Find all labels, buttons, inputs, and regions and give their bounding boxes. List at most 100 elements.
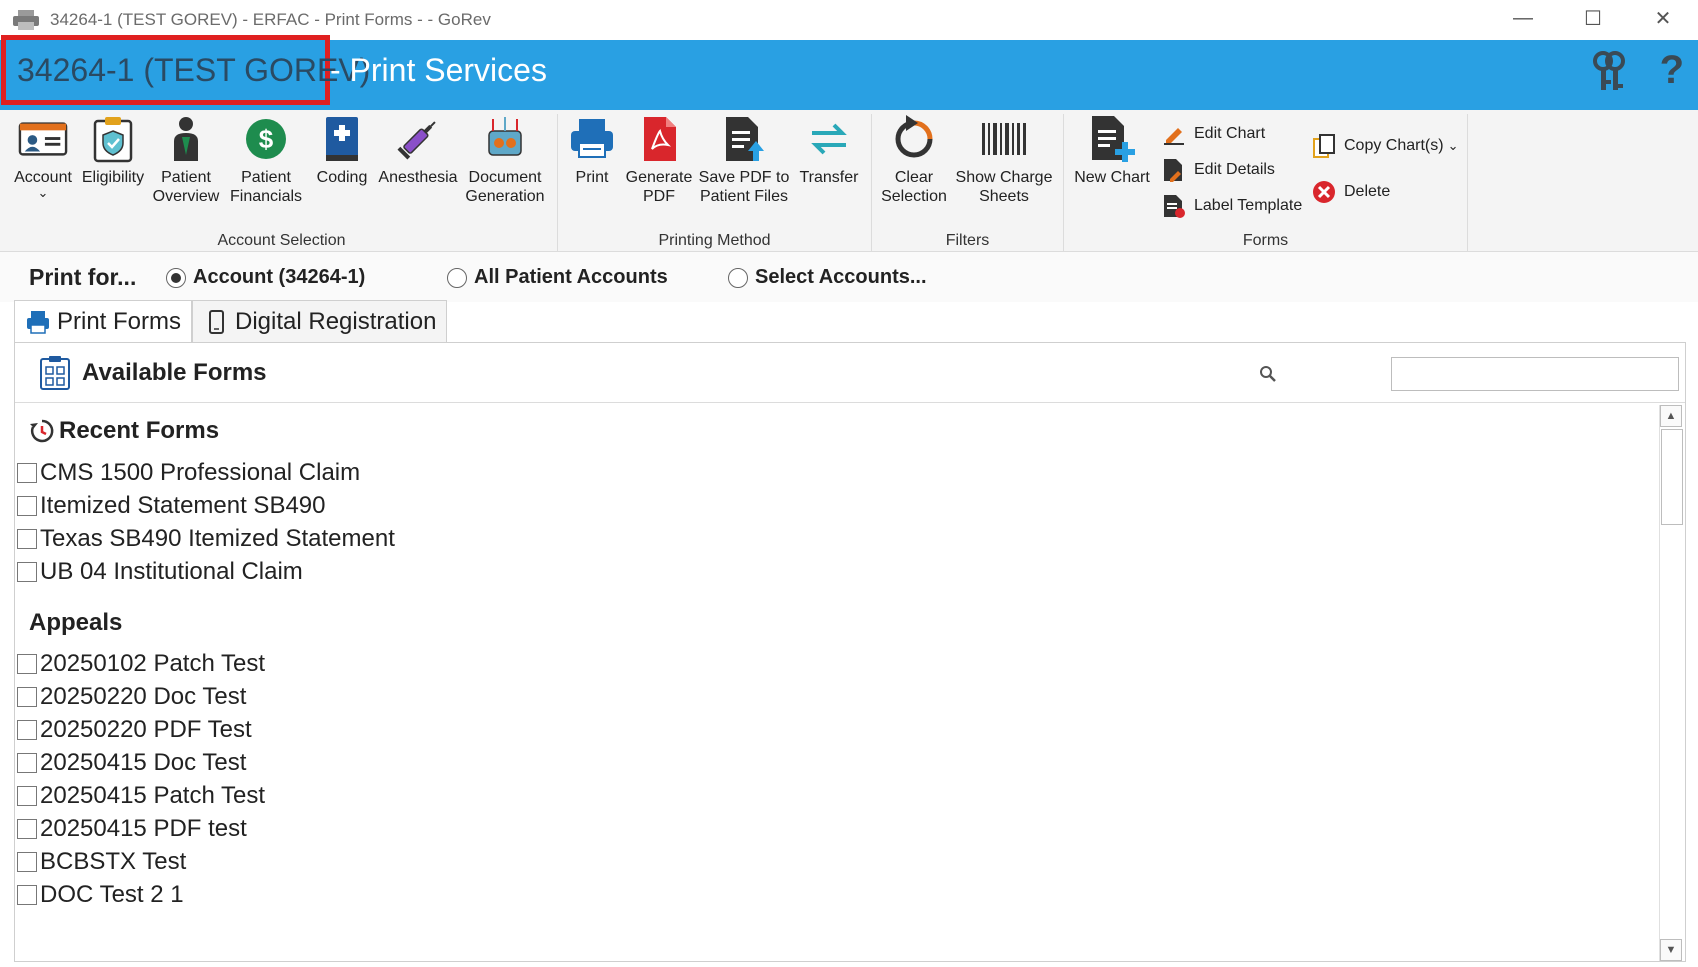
radio-dot: [728, 267, 748, 288]
tab-label: Print Forms: [57, 307, 182, 335]
checkbox[interactable]: [17, 720, 37, 740]
document-upload-icon: [726, 117, 764, 161]
form-name: Texas SB490 Itemized Statement: [40, 525, 395, 552]
list-item[interactable]: 20250220 Doc Test: [17, 683, 246, 711]
list-item[interactable]: Itemized Statement SB490: [17, 492, 326, 520]
patient-overview-button[interactable]: Patient Overview: [148, 114, 224, 206]
list-item[interactable]: 20250415 PDF test: [17, 815, 247, 843]
medical-book-icon: [326, 117, 358, 161]
list-item[interactable]: Texas SB490 Itemized Statement: [17, 525, 395, 553]
close-button[interactable]: ✕: [1628, 0, 1698, 36]
list-item[interactable]: BCBSTX Test: [17, 848, 186, 876]
checkbox[interactable]: [17, 562, 37, 582]
generate-pdf-button[interactable]: Generate PDF: [624, 114, 694, 206]
refresh-icon: [895, 115, 933, 158]
dollar-icon: $: [246, 119, 286, 159]
printer-app-icon: [13, 10, 39, 30]
printer-icon: [571, 119, 613, 158]
checkbox[interactable]: [17, 463, 37, 483]
transfer-label: Transfer: [799, 169, 859, 186]
checkbox[interactable]: [17, 753, 37, 773]
keys-icon[interactable]: [1592, 50, 1626, 92]
account-button[interactable]: Account ⌄: [12, 114, 74, 199]
show-charge-sheets-label: Show Charge Sheets: [955, 169, 1053, 205]
service-title: - Print Services: [330, 52, 547, 88]
checkbox[interactable]: [17, 496, 37, 516]
patient-icon: [174, 117, 198, 161]
transfer-button[interactable]: Transfer: [796, 114, 862, 187]
patient-financials-label: Patient Financials: [229, 169, 303, 205]
barcode-icon: [982, 123, 1026, 155]
scroll-up-arrow-icon[interactable]: ▲: [1660, 405, 1682, 427]
checkbox[interactable]: [17, 786, 37, 806]
edit-chart-button[interactable]: Edit Chart: [1160, 120, 1265, 148]
new-chart-button[interactable]: New Chart: [1072, 114, 1152, 187]
copy-charts-button[interactable]: Copy Chart(s) ⌄: [1310, 132, 1458, 160]
edit-details-button[interactable]: Edit Details: [1160, 156, 1275, 184]
list-item[interactable]: 20250415 Doc Test: [17, 749, 246, 777]
radio-account[interactable]: Account (34264-1): [166, 266, 365, 289]
search-icon: [1260, 366, 1276, 382]
save-pdf-button[interactable]: Save PDF to Patient Files: [698, 114, 790, 206]
coding-label: Coding: [316, 169, 368, 186]
tab-print-forms[interactable]: Print Forms: [14, 300, 193, 342]
form-name: CMS 1500 Professional Claim: [40, 459, 361, 486]
patient-financials-button[interactable]: $ Patient Financials: [226, 114, 306, 206]
radio-select-accounts[interactable]: Select Accounts...: [728, 266, 927, 289]
list-item[interactable]: 20250220 PDF Test: [17, 716, 252, 744]
maximize-button[interactable]: ☐: [1558, 0, 1628, 36]
edit-details-label: Edit Details: [1194, 161, 1275, 178]
phone-icon: [209, 309, 225, 334]
delete-icon: [1313, 181, 1335, 203]
scroll-down-arrow-icon[interactable]: ▼: [1660, 939, 1682, 961]
available-forms-panel: Available Forms Recent Forms CMS 1500 Pr…: [14, 342, 1686, 962]
print-button[interactable]: Print: [566, 114, 618, 187]
delete-label: Delete: [1344, 183, 1391, 200]
checkbox[interactable]: [17, 687, 37, 707]
document-generation-label: Document Generation: [465, 169, 545, 205]
checkbox[interactable]: [17, 654, 37, 674]
form-name: 20250220 Doc Test: [40, 683, 247, 710]
label-template-button[interactable]: Label Template: [1160, 192, 1302, 220]
checkbox[interactable]: [17, 852, 37, 872]
document-generation-button[interactable]: Document Generation: [462, 114, 548, 206]
section-title-label: Recent Forms: [59, 417, 220, 444]
group-label: Forms: [1242, 232, 1289, 249]
help-icon[interactable]: ?: [1660, 48, 1684, 93]
form-name: UB 04 Institutional Claim: [40, 558, 303, 585]
show-charge-sheets-button[interactable]: Show Charge Sheets: [954, 114, 1054, 206]
tab-digital-registration[interactable]: Digital Registration: [192, 300, 448, 342]
radio-all-patient-accounts[interactable]: All Patient Accounts: [447, 266, 668, 289]
print-for-label: Print for...: [29, 264, 137, 290]
scroll-thumb[interactable]: [1661, 429, 1683, 525]
anesthesia-button[interactable]: Anesthesia: [378, 114, 458, 187]
form-name: 20250220 PDF Test: [40, 716, 252, 743]
checkbox[interactable]: [17, 529, 37, 549]
list-item[interactable]: UB 04 Institutional Claim: [17, 558, 303, 586]
form-name: 20250415 PDF test: [40, 815, 247, 842]
radio-dot: [166, 267, 186, 288]
list-item[interactable]: CMS 1500 Professional Claim: [17, 459, 360, 487]
minimize-button[interactable]: —: [1488, 0, 1558, 36]
list-item[interactable]: 20250102 Patch Test: [17, 650, 265, 678]
form-name: 20250415 Doc Test: [40, 749, 247, 776]
list-item[interactable]: DOC Test 2 1: [17, 881, 184, 909]
search-input[interactable]: [1391, 357, 1679, 391]
delete-button[interactable]: Delete: [1310, 178, 1390, 206]
edit-chart-label: Edit Chart: [1194, 125, 1266, 142]
new-chart-label: New Chart: [1074, 169, 1150, 186]
forms-list: Recent Forms CMS 1500 Professional Claim…: [15, 405, 1661, 961]
coding-button[interactable]: Coding: [310, 114, 374, 187]
eligibility-label: Eligibility: [81, 169, 145, 186]
list-item[interactable]: 20250415 Patch Test: [17, 782, 265, 810]
section-appeals: Appeals: [29, 609, 122, 637]
checkbox[interactable]: [17, 819, 37, 839]
copy-icon: [1313, 134, 1335, 158]
radio-all-label: All Patient Accounts: [474, 266, 668, 288]
svg-text:$: $: [259, 124, 274, 154]
checkbox[interactable]: [17, 885, 37, 905]
anesthesia-label: Anesthesia: [378, 169, 458, 186]
vertical-scrollbar[interactable]: ▲ ▼: [1659, 405, 1683, 961]
clear-selection-button[interactable]: Clear Selection: [880, 114, 948, 206]
eligibility-button[interactable]: Eligibility: [76, 114, 150, 187]
